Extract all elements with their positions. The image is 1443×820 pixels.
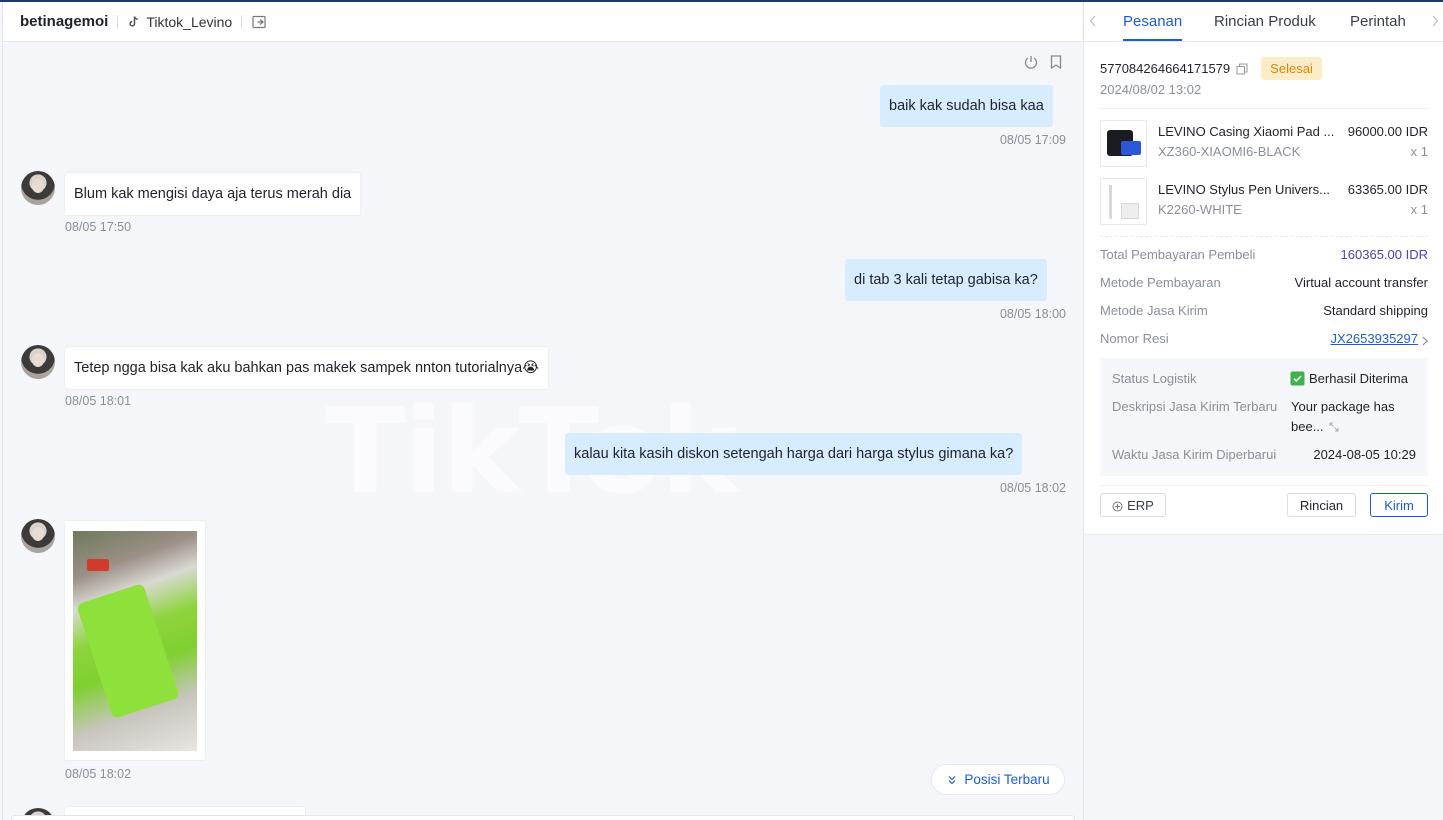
message-bubble-incoming: Blum kak mengisi daya aja terus merah di… xyxy=(64,172,362,216)
chat-header: betinagemoi Tiktok_Levino xyxy=(3,2,1082,42)
message-time: 08/05 18:01 xyxy=(65,394,132,408)
payment-method-label: Metode Pembayaran xyxy=(1100,275,1221,290)
shop-label: Tiktok_Levino xyxy=(127,14,232,30)
logistics-status-label: Status Logistik xyxy=(1112,371,1197,386)
chat-tools xyxy=(1023,54,1064,70)
check-badge-icon xyxy=(1290,371,1305,386)
product-sku: XZ360-XIAOMI6-BLACK xyxy=(1158,144,1301,159)
copy-icon[interactable] xyxy=(1236,63,1248,75)
product-quantity: x 1 xyxy=(1410,144,1428,159)
header-separator xyxy=(117,14,119,29)
logistics-status: Berhasil Diterima xyxy=(1290,371,1408,386)
logistics-status-value: Berhasil Diterima xyxy=(1309,371,1408,386)
tab-rincian-produk[interactable]: Rincian Produk xyxy=(1214,13,1316,30)
divider xyxy=(1100,108,1428,109)
tracking-number-label: Nomor Resi xyxy=(1100,331,1169,346)
product-quantity: x 1 xyxy=(1410,202,1428,217)
logistics-box: Status Logistik Berhasil Diterima Deskri… xyxy=(1100,358,1428,476)
buyer-avatar[interactable] xyxy=(21,345,55,379)
message-photo[interactable] xyxy=(73,531,197,751)
message-time: 08/05 18:00 xyxy=(999,307,1066,321)
product-name[interactable]: LEVINO Stylus Pen Univers... xyxy=(1158,182,1338,197)
product-thumbnail[interactable] xyxy=(1100,120,1147,167)
tab-pesanan[interactable]: Pesanan xyxy=(1123,13,1182,30)
latest-shipping-desc-line2: bee... xyxy=(1291,419,1340,434)
buyer-avatar[interactable] xyxy=(21,519,55,553)
erp-icon xyxy=(1112,500,1123,511)
shop-name: Tiktok_Levino xyxy=(146,13,233,30)
tabs-next-icon[interactable] xyxy=(1431,14,1439,30)
active-tab-indicator xyxy=(1123,39,1182,41)
message-bubble-outgoing: kalau kita kasih diskon setengah harga d… xyxy=(565,433,1023,475)
product-price: 96000.00 IDR xyxy=(1347,124,1428,139)
double-chevron-down-icon xyxy=(946,774,958,786)
share-icon[interactable] xyxy=(251,14,267,30)
total-payment-value: 160365.00 IDR xyxy=(1340,247,1428,262)
chevron-right-icon xyxy=(1421,334,1429,345)
shipping-method-label: Metode Jasa Kirim xyxy=(1100,303,1208,318)
latest-shipping-desc-text: bee... xyxy=(1291,419,1324,434)
image-message[interactable] xyxy=(64,520,206,761)
tiktok-icon xyxy=(127,15,141,29)
expand-icon[interactable] xyxy=(1328,421,1340,433)
latest-shipping-desc-label: Deskripsi Jasa Kirim Terbaru xyxy=(1112,399,1278,414)
latest-shipping-desc-line1: Your package has xyxy=(1291,399,1395,414)
send-button[interactable]: Kirim xyxy=(1370,493,1428,517)
order-id-value: 577084264664171579 xyxy=(1100,61,1231,76)
product-name[interactable]: LEVINO Casing Xiaomi Pad ... xyxy=(1158,124,1338,139)
order-tabs: Pesanan Rincian Produk Perintah xyxy=(1084,2,1443,42)
payment-method-value: Virtual account transfer xyxy=(1294,275,1428,290)
message-bubble-outgoing: baik kak sudah bisa kaa xyxy=(880,85,1053,127)
order-status-badge: Selesai xyxy=(1261,57,1322,80)
shipping-updated-label: Waktu Jasa Kirim Diperbarui xyxy=(1112,447,1277,462)
erp-button-label: ERP xyxy=(1127,497,1154,513)
latest-position-label: Posisi Terbaru xyxy=(964,772,1050,787)
bookmark-icon[interactable] xyxy=(1048,54,1064,70)
chat-panel: betinagemoi Tiktok_Levino TikTok baik ka… xyxy=(2,2,1082,820)
header-separator-2 xyxy=(241,14,243,29)
order-id: 577084264664171579 xyxy=(1100,61,1248,76)
message-time: 08/05 17:09 xyxy=(999,133,1066,147)
total-payment-label: Total Pembayaran Pembeli xyxy=(1100,247,1256,262)
product-sku: K2260-WHITE xyxy=(1158,202,1242,217)
tracking-number-link[interactable]: JX2653935297 xyxy=(1331,331,1429,346)
divider xyxy=(1100,485,1428,486)
message-time: 08/05 18:02 xyxy=(65,767,132,781)
message-input-area[interactable] xyxy=(11,815,1075,820)
message-time: 08/05 18:02 xyxy=(999,481,1066,495)
divider xyxy=(1100,236,1428,237)
buyer-name: betinagemoi xyxy=(20,13,109,30)
erp-button[interactable]: ERP xyxy=(1100,493,1166,517)
message-bubble-outgoing: di tab 3 kali tetap gabisa ka? xyxy=(845,259,1047,301)
product-price: 63365.00 IDR xyxy=(1347,182,1428,197)
shipping-updated-value: 2024-08-05 10:29 xyxy=(1313,447,1416,462)
product-thumbnail[interactable] xyxy=(1100,178,1147,225)
buyer-avatar[interactable] xyxy=(21,171,55,205)
shipping-method-value: Standard shipping xyxy=(1323,303,1428,318)
tab-perintah[interactable]: Perintah xyxy=(1350,13,1406,30)
latest-position-button[interactable]: Posisi Terbaru xyxy=(931,764,1065,795)
power-icon[interactable] xyxy=(1023,54,1039,70)
detail-button[interactable]: Rincian xyxy=(1287,493,1356,517)
message-bubble-incoming: Tetep ngga bisa kak aku bahkan pas makek… xyxy=(64,346,550,390)
order-panel-empty-area xyxy=(1083,534,1443,820)
tabs-prev-icon[interactable] xyxy=(1089,14,1097,30)
order-date: 2024/08/02 13:02 xyxy=(1100,82,1202,97)
message-time: 08/05 17:50 xyxy=(65,220,132,234)
tracking-number-value[interactable]: JX2653935297 xyxy=(1331,331,1418,346)
